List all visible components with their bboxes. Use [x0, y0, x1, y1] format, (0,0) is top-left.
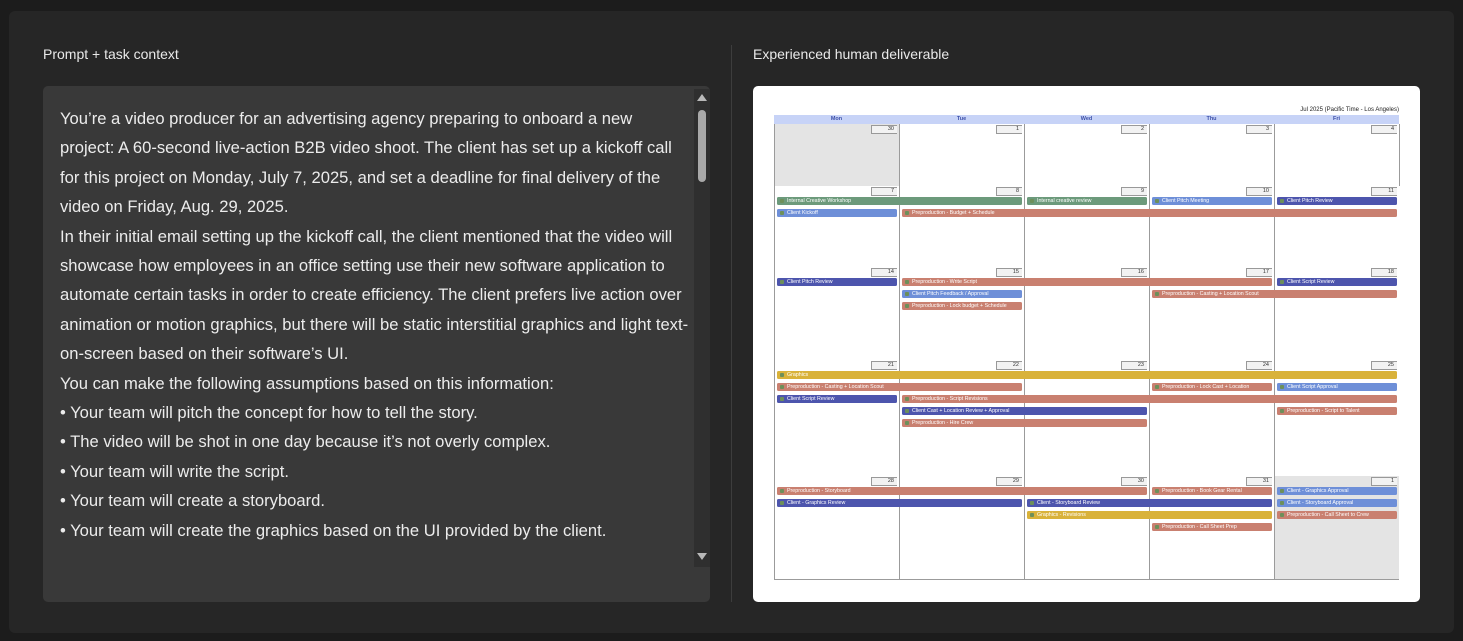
day-number: 28 [871, 477, 897, 486]
calendar-event[interactable]: Client - Storyboard Review [1027, 499, 1272, 507]
calendar-event[interactable]: Preproduction - Budget + Schedule [902, 209, 1397, 217]
day-number: 30 [871, 125, 897, 134]
calendar-caption: Jul 2025 (Pacific Time - Los Angeles) [1300, 107, 1399, 113]
day-number: 1 [1371, 477, 1397, 486]
calendar-week: 30 1 2 3 4 [774, 124, 1400, 187]
calendar-event[interactable]: Client - Graphics Approval [1277, 487, 1397, 495]
day-of-week-label: Mon [830, 116, 843, 122]
calendar-event[interactable]: Client Pitch Review [1277, 197, 1397, 205]
prompt-paragraph: You can make the following assumptions b… [60, 373, 554, 393]
calendar-day-cell[interactable]: 2 [1024, 124, 1149, 186]
calendar-event[interactable]: Client Script Approval [1277, 383, 1397, 391]
calendar-day-cell[interactable]: 1 [899, 124, 1024, 186]
day-number: 10 [1246, 187, 1272, 196]
scroll-down-arrow-icon[interactable] [697, 553, 707, 560]
day-of-week-label: Fri [1332, 116, 1341, 122]
calendar-event[interactable]: Graphics - Revisions [1027, 511, 1272, 519]
calendar-event[interactable]: Preproduction - Call Sheet Prep [1152, 523, 1272, 531]
calendar-event[interactable]: Client Script Review [777, 395, 897, 403]
calendar-day-cell[interactable]: 3 [1149, 124, 1274, 186]
prompt-paragraph: In their initial email setting up the ki… [60, 226, 689, 364]
day-number: 23 [1121, 361, 1147, 370]
calendar-event[interactable]: Preproduction - Write Script [902, 278, 1272, 286]
right-panel-title: Experienced human deliverable [753, 46, 950, 62]
day-of-week-header: Mon Tue Wed Thu Fri [774, 115, 1399, 124]
day-number: 22 [996, 361, 1022, 370]
prompt-bullet: • Your team will pitch the concept for h… [60, 403, 478, 423]
scroll-up-arrow-icon[interactable] [697, 94, 707, 101]
day-of-week-label: Tue [956, 116, 967, 122]
prompt-bullet: • Your team will create a storyboard. [60, 491, 325, 511]
day-number: 15 [996, 268, 1022, 277]
calendar-event[interactable]: Client Cast + Location Review + Approval [902, 407, 1147, 415]
calendar-event[interactable]: Preproduction - Storyboard [777, 487, 1147, 495]
calendar-event[interactable]: Client Kickoff [777, 209, 897, 217]
panel-divider [731, 45, 732, 602]
prompt-bullet: • Your team will create the graphics bas… [60, 520, 607, 540]
calendar-week: 21 22 23 24 25 Graphics Preproduction - Castin… [774, 360, 1399, 477]
day-number: 2 [1121, 125, 1147, 134]
day-number: 7 [871, 187, 897, 196]
calendar-event[interactable]: Graphics [777, 371, 1397, 379]
day-number: 24 [1246, 361, 1272, 370]
day-number: 11 [1371, 187, 1397, 196]
calendar-event[interactable]: Internal Creative Workshop [777, 197, 1022, 205]
calendar-week: 14 15 16 17 18 Client Pitch Review Preproducti… [774, 267, 1399, 361]
prompt-text-box[interactable]: You’re a video producer for an advertisi… [43, 86, 710, 602]
prompt-bullet: • Your team will write the script. [60, 461, 289, 481]
calendar-event[interactable]: Preproduction - Lock Cast + Location [1152, 383, 1272, 391]
calendar-day-cell[interactable]: 30 [774, 124, 899, 186]
day-of-week-label: Wed [1080, 116, 1093, 122]
calendar-grid: Mon Tue Wed Thu Fri 30 1 2 3 4 7 8 9 10 11 Internal Cr… [774, 115, 1400, 581]
calendar-event[interactable]: Preproduction - Lock budget + Schedule [902, 302, 1022, 310]
day-number: 16 [1121, 268, 1147, 277]
calendar-event[interactable]: Client Pitch Meeting [1152, 197, 1272, 205]
calendar-week: 28 29 30 31 1 Preproduction - Storyboard Prepr… [774, 476, 1399, 580]
day-of-week-label: Thu [1206, 116, 1217, 122]
calendar-event[interactable]: Preproduction - Hire Crew [902, 419, 1147, 427]
calendar-event[interactable]: Preproduction - Script to Talent [1277, 407, 1397, 415]
prompt-bullet: • The video will be shot in one day beca… [60, 432, 551, 452]
day-number: 30 [1121, 477, 1147, 486]
calendar-event[interactable]: Internal creative review [1027, 197, 1147, 205]
day-number: 9 [1121, 187, 1147, 196]
calendar-event[interactable]: Client Pitch Feedback / Approval [902, 290, 1022, 298]
calendar-event[interactable]: Client - Graphics Review [777, 499, 1022, 507]
day-number: 31 [1246, 477, 1272, 486]
prompt-paragraph: You’re a video producer for an advertisi… [60, 109, 672, 217]
day-number: 21 [871, 361, 897, 370]
prompt-scrollbar[interactable] [694, 89, 710, 567]
calendar-event[interactable]: Client - Storyboard Approval [1277, 499, 1397, 507]
calendar-day-cell[interactable]: 4 [1274, 124, 1400, 186]
day-number: 17 [1246, 268, 1272, 277]
day-number: 4 [1371, 125, 1397, 134]
day-number: 14 [871, 268, 897, 277]
calendar-event[interactable]: Client Pitch Review [777, 278, 897, 286]
deliverable-image: Jul 2025 (Pacific Time - Los Angeles) Mo… [753, 86, 1420, 602]
calendar-event[interactable]: Preproduction - Book Gear Rental [1152, 487, 1272, 495]
prompt-text: You’re a video producer for an advertisi… [60, 104, 690, 545]
day-number: 3 [1246, 125, 1272, 134]
calendar-event[interactable]: Preproduction - Call Sheet to Crew [1277, 511, 1397, 519]
day-number: 8 [996, 187, 1022, 196]
scroll-thumb[interactable] [698, 110, 706, 182]
calendar-event[interactable]: Client Script Review [1277, 278, 1397, 286]
day-number: 25 [1371, 361, 1397, 370]
left-panel-title: Prompt + task context [43, 46, 179, 62]
day-number: 29 [996, 477, 1022, 486]
day-number: 1 [996, 125, 1022, 134]
calendar-event[interactable]: Preproduction - Casting + Location Scout [777, 383, 1022, 391]
calendar-event[interactable]: Preproduction - Casting + Location Scout [1152, 290, 1397, 298]
day-number: 18 [1371, 268, 1397, 277]
calendar-week: 7 8 9 10 11 Internal Creative Workshop Interna… [774, 186, 1399, 268]
calendar-event[interactable]: Preproduction - Script Revisions [902, 395, 1397, 403]
